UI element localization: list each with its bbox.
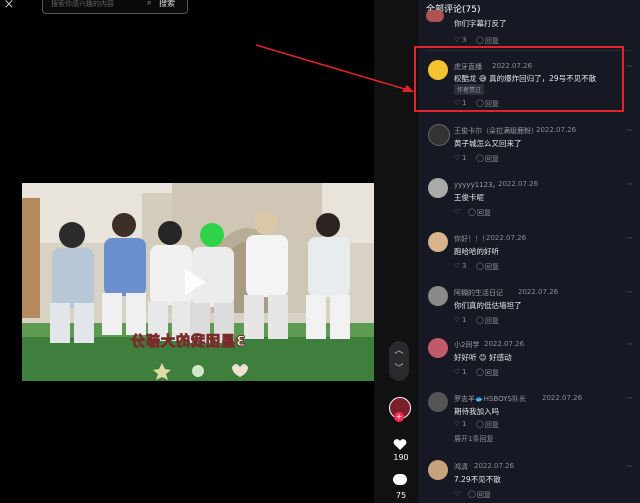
close-icon[interactable]: × — [0, 0, 18, 14]
like-icon[interactable]: ♡ — [454, 316, 460, 324]
comment-text: 你们真的低估墙坦了 — [454, 301, 522, 310]
more-options-icon[interactable]: ⋯ — [626, 462, 633, 470]
reply-icon[interactable]: ◯ — [476, 154, 484, 162]
reply-button[interactable]: 回复 — [485, 316, 499, 326]
highlight-box — [414, 46, 624, 112]
comment-text: 跑哈哈的好听 — [454, 247, 499, 256]
comment-text: 好好听 😊 好感动 — [454, 353, 512, 362]
search-input[interactable]: 搜索你感兴趣的内容 — [51, 0, 114, 9]
avatar[interactable] — [428, 460, 448, 480]
reply-icon[interactable]: ◯ — [476, 368, 484, 376]
avatar[interactable] — [428, 338, 448, 358]
comment-username[interactable]: 王俊卡尔（朵拉满级鹿粉） — [454, 126, 538, 136]
reply-button[interactable]: 回复 — [485, 368, 499, 378]
comment-item: yyyyy1123。 2022.07.26 王俊卡呢 ♡ ◯ 回复 ⋯ — [418, 174, 640, 220]
more-options-icon[interactable]: ⋯ — [626, 340, 633, 348]
like-icon[interactable]: ♡ — [454, 262, 460, 270]
reply-button[interactable]: 回复 — [485, 420, 499, 430]
reply-button[interactable]: 回复 — [485, 154, 499, 164]
next-video-button[interactable]: ﹀ — [392, 362, 406, 376]
reply-icon[interactable]: ◯ — [476, 36, 484, 44]
reply-icon[interactable]: ◯ — [468, 208, 476, 216]
more-options-icon[interactable]: ⋯ — [626, 234, 633, 242]
prev-video-button[interactable]: ︿ — [392, 344, 406, 358]
like-icon[interactable]: ♡ — [454, 36, 460, 44]
reply-icon[interactable]: ◯ — [468, 490, 476, 498]
reply-icon[interactable]: ◯ — [476, 262, 484, 270]
video-sidebar-strip — [374, 0, 418, 503]
comment-text: 7.29不见不散 — [454, 475, 501, 484]
comment-date: 2022.07.26 — [474, 462, 515, 470]
comment-date: 2022.07.26 — [518, 288, 559, 296]
more-options-icon[interactable]: ⋯ — [626, 126, 633, 134]
comments-panel: 全部评论(75) 你们字幕打反了 ♡ 3 ◯ 回复 虎牙直播 2022.07.2… — [414, 0, 640, 503]
comment-username[interactable]: 你好！！！ — [454, 234, 489, 244]
comment-text: 你们字幕打反了 — [454, 19, 507, 28]
comment-text: 黄子城怎么又回来了 — [454, 139, 522, 148]
comment-date: 2022.07.26 — [536, 126, 577, 134]
like-count: 1 — [462, 420, 467, 428]
reply-button[interactable]: 回复 — [477, 208, 491, 218]
avatar[interactable] — [428, 286, 448, 306]
comment-item: 阿糊的生活日记 2022.07.26 你们真的低估墙坦了 ♡ 1 ◯ 回复 ⋯ — [418, 282, 640, 328]
comment-bubble-icon[interactable] — [393, 474, 407, 485]
comment-item: 小2同学 2022.07.26 好好听 😊 好感动 ♡ 1 ◯ 回复 ⋯ — [418, 334, 640, 380]
video-thumbnail — [22, 183, 374, 381]
search-icon[interactable]: ⌕ — [147, 0, 151, 8]
video-frame[interactable]: 3星团我的大部分 — [22, 183, 374, 381]
like-count: 3 — [462, 262, 467, 270]
comment-username[interactable]: 小2同学 — [454, 340, 479, 350]
comment-item: 王俊卡尔（朵拉满级鹿粉） 2022.07.26 黄子城怎么又回来了 ♡ 1 ◯ … — [418, 120, 640, 170]
comment-item: 罗志羊🐟HSBOYS队长 2022.07.26 期待我加入吗 ♡ 1 ◯ 回复 … — [418, 388, 640, 448]
like-count: 3 — [462, 36, 467, 44]
search-button[interactable]: 搜索 — [159, 0, 175, 9]
like-count: 190 — [393, 453, 409, 462]
follow-plus-icon[interactable]: + — [394, 412, 404, 422]
like-icon[interactable]: ♡ — [454, 154, 460, 162]
search-bar[interactable]: 搜索你感兴趣的内容 ⌕ 搜索 — [42, 0, 188, 14]
like-icon[interactable]: ♡ — [454, 368, 460, 376]
more-options-icon[interactable]: ⋯ — [626, 180, 633, 188]
like-heart-icon[interactable] — [393, 436, 407, 450]
comment-username[interactable]: 阿糊的生活日记 — [454, 288, 503, 298]
avatar[interactable] — [428, 232, 448, 252]
more-options-icon[interactable]: ⋯ — [626, 288, 633, 296]
avatar[interactable] — [428, 392, 448, 412]
comment-username[interactable]: yyyyy1123。 — [454, 180, 500, 190]
avatar[interactable] — [428, 178, 448, 198]
comment-date: 2022.07.26 — [484, 340, 525, 348]
expand-replies-link[interactable]: 展开1条回复 — [454, 434, 493, 444]
comment-username[interactable]: 鸿清 — [454, 462, 468, 472]
like-icon[interactable]: ♡ — [454, 420, 460, 428]
like-count: 1 — [462, 316, 467, 324]
comment-username[interactable]: 罗志羊🐟HSBOYS队长 — [454, 394, 526, 404]
comment-item: 鸿清 2022.07.26 7.29不见不散 ♡ ◯ 回复 ⋯ — [418, 456, 640, 502]
comment-text: 期待我加入吗 — [454, 407, 499, 416]
comment-date: 2022.07.26 — [486, 234, 527, 242]
like-icon[interactable]: ♡ — [454, 490, 460, 498]
reply-button[interactable]: 回复 — [477, 490, 491, 500]
comment-item: 你好！！！ 2022.07.26 跑哈哈的好听 ♡ 3 ◯ 回复 ⋯ — [418, 228, 640, 274]
comment-date: 2022.07.26 — [542, 394, 583, 402]
avatar[interactable] — [428, 124, 450, 146]
video-caption: 3星团我的大部分 — [130, 334, 247, 351]
comment-text: 王俊卡呢 — [454, 193, 484, 202]
reply-button[interactable]: 回复 — [485, 36, 499, 46]
more-options-icon[interactable]: ⋯ — [626, 394, 633, 402]
comment-date: 2022.07.26 — [498, 180, 539, 188]
reply-button[interactable]: 回复 — [485, 262, 499, 272]
more-options-icon[interactable]: ⋯ — [626, 62, 633, 70]
comment-count: 75 — [395, 491, 407, 500]
like-icon[interactable]: ♡ — [454, 208, 460, 216]
like-count: 1 — [462, 154, 467, 162]
like-count: 1 — [462, 368, 467, 376]
avatar[interactable] — [426, 10, 444, 22]
reply-icon[interactable]: ◯ — [476, 316, 484, 324]
reply-icon[interactable]: ◯ — [476, 420, 484, 428]
